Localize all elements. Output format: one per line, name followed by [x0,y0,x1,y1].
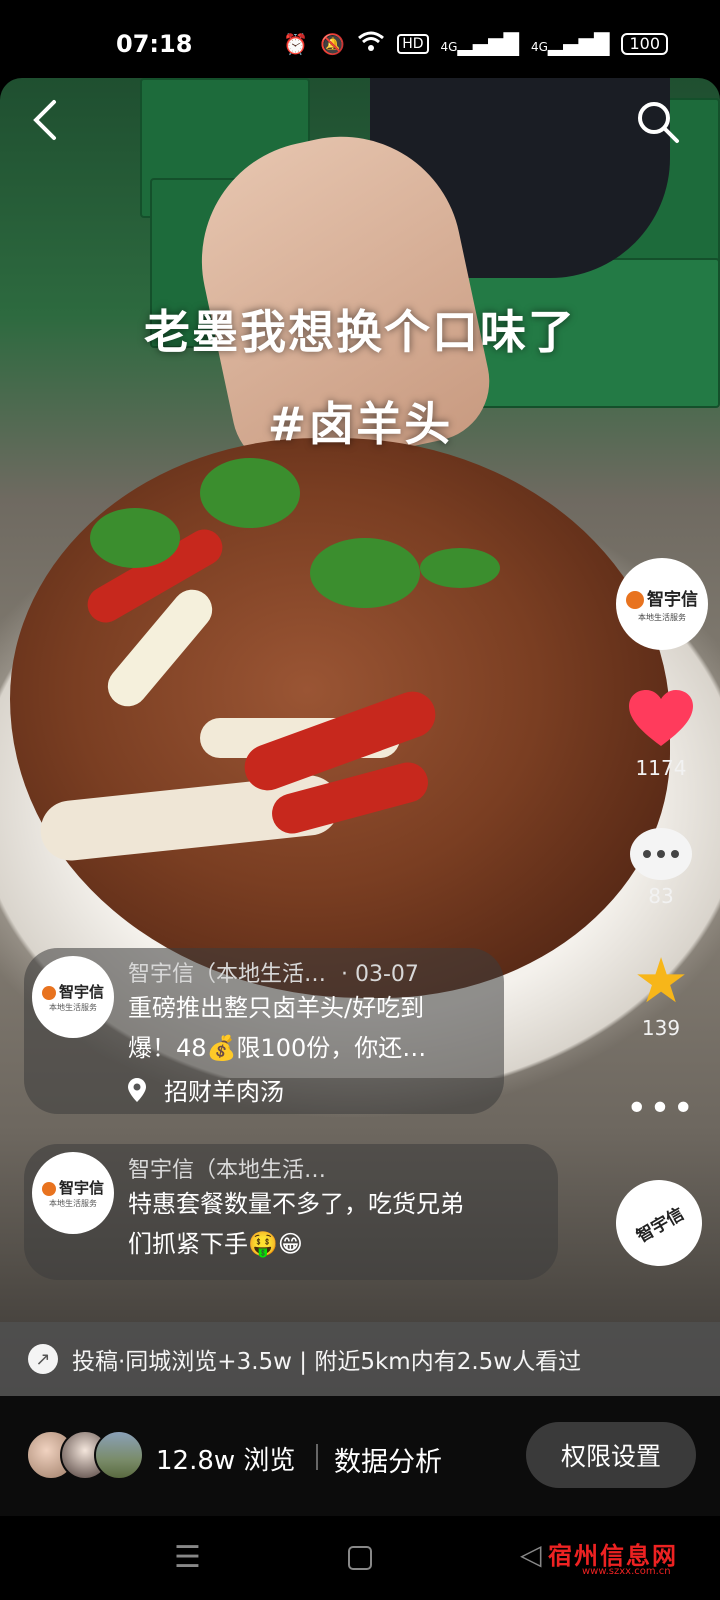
pinned-comment-card[interactable]: 智宇信 本地生活服务 智宇信（本地生活… 特惠套餐数量不多了，吃货兄弟 们抓紧下… [24,1144,558,1280]
brand-logo-icon [41,1181,56,1196]
brand-logo-icon [626,591,644,609]
avatar[interactable]: 智宇信 本地生活服务 [32,956,114,1038]
avatar[interactable]: 智宇信 本地生活服务 [616,558,708,650]
favorite-button[interactable]: ★ 139 [616,944,706,1041]
menu-icon[interactable]: ☰ [174,1540,201,1575]
home-icon[interactable] [348,1546,372,1570]
trend-icon: ↗ [28,1344,58,1374]
promotion-stat-bar[interactable]: ↗ 投稿·同城浏览+3.5w | 附近5km内有2.5w人看过 [0,1322,720,1396]
alarm-icon: ⏰ [283,31,309,56]
like-button[interactable]: 1174 [616,690,706,780]
system-nav-bar: ☰ ◁ 宿州信息网 www.szxx.com.cn [0,1516,720,1600]
hd-icon: HD [397,33,429,54]
favorite-count: 139 [641,1016,681,1040]
location-tag[interactable]: 招财羊肉汤 [128,1072,284,1107]
comment-count: 83 [648,884,674,908]
back-icon[interactable] [30,98,60,153]
comment-icon [630,828,692,880]
music-disc-icon: 智宇信 [600,1164,718,1282]
back-triangle-icon[interactable]: ◁ [520,1538,542,1571]
avatar[interactable]: 智宇信 本地生活服务 [32,1152,114,1234]
data-analysis-link[interactable]: 数据分析 [334,1440,442,1479]
post-author-line[interactable]: 智宇信（本地生活… · 03-07 [128,956,419,988]
signal-4g-icon: 4G▂▄▆█ [440,31,519,56]
comment-button[interactable]: 83 [616,828,706,908]
post-description-line1[interactable]: 重磅推出整只卤羊头/好吃到 [128,988,424,1028]
location-name: 招财羊肉汤 [164,1078,284,1106]
video-title-line1: 老墨我想换个口味了 [144,305,576,359]
more-icon: ••• [626,1088,696,1129]
search-icon[interactable] [636,100,680,144]
watermark-url: www.szxx.com.cn [582,1566,671,1577]
mute-icon: 🔕 [320,31,346,56]
like-count: 1174 [635,756,687,780]
bottom-bar: 12.8w 浏览 数据分析 权限设置 [0,1396,720,1516]
star-icon: ★ [633,944,689,1017]
post-info-card[interactable]: 智宇信 本地生活服务 智宇信（本地生活… · 03-07 重磅推出整只卤羊头/好… [24,948,504,1114]
music-disc[interactable]: 智宇信 [600,1164,718,1282]
view-count[interactable]: 12.8w 浏览 [156,1440,295,1477]
post-author[interactable]: 智宇信（本地生活… [128,962,326,987]
comment-text-line2: 们抓紧下手🤑😁 [128,1230,303,1258]
more-button[interactable]: ••• [616,1088,706,1129]
status-bar: 07:18 ⏰ 🔕 HD 4G▂▄▆█ 4G▂▄▆█ 100 [0,0,720,78]
status-time: 07:18 [116,30,193,58]
signal-4g-icon: 4G▂▄▆█ [530,31,610,56]
comment-author[interactable]: 智宇信（本地生活… [128,1152,326,1184]
post-date: · 03-07 [341,962,419,987]
status-icons: ⏰ 🔕 HD 4G▂▄▆█ 4G▂▄▆█ 100 [283,30,668,57]
post-description-line2[interactable]: 爆！48💰限100份，你还… [128,1028,426,1068]
permission-settings-button[interactable]: 权限设置 [526,1422,696,1488]
wifi-icon [357,30,385,57]
comment-text-line1: 特惠套餐数量不多了，吃货兄弟 [128,1190,464,1218]
viewer-avatars[interactable] [26,1430,146,1482]
battery-icon: 100 [621,32,668,55]
video-player[interactable]: 老墨我想换个口味了 #卤羊头 智宇信 本地生活服务 1174 83 ★ 139 … [0,78,720,1396]
heart-icon [629,690,693,746]
promotion-stat-text: 投稿·同城浏览+3.5w | 附近5km内有2.5w人看过 [72,1349,582,1375]
creator-avatar[interactable]: 智宇信 本地生活服务 [616,558,708,650]
location-pin-icon [128,1077,146,1102]
brand-logo-icon [41,985,56,1000]
avatar [94,1430,144,1480]
divider [316,1444,318,1470]
video-title-line2: #卤羊头 [267,397,453,451]
